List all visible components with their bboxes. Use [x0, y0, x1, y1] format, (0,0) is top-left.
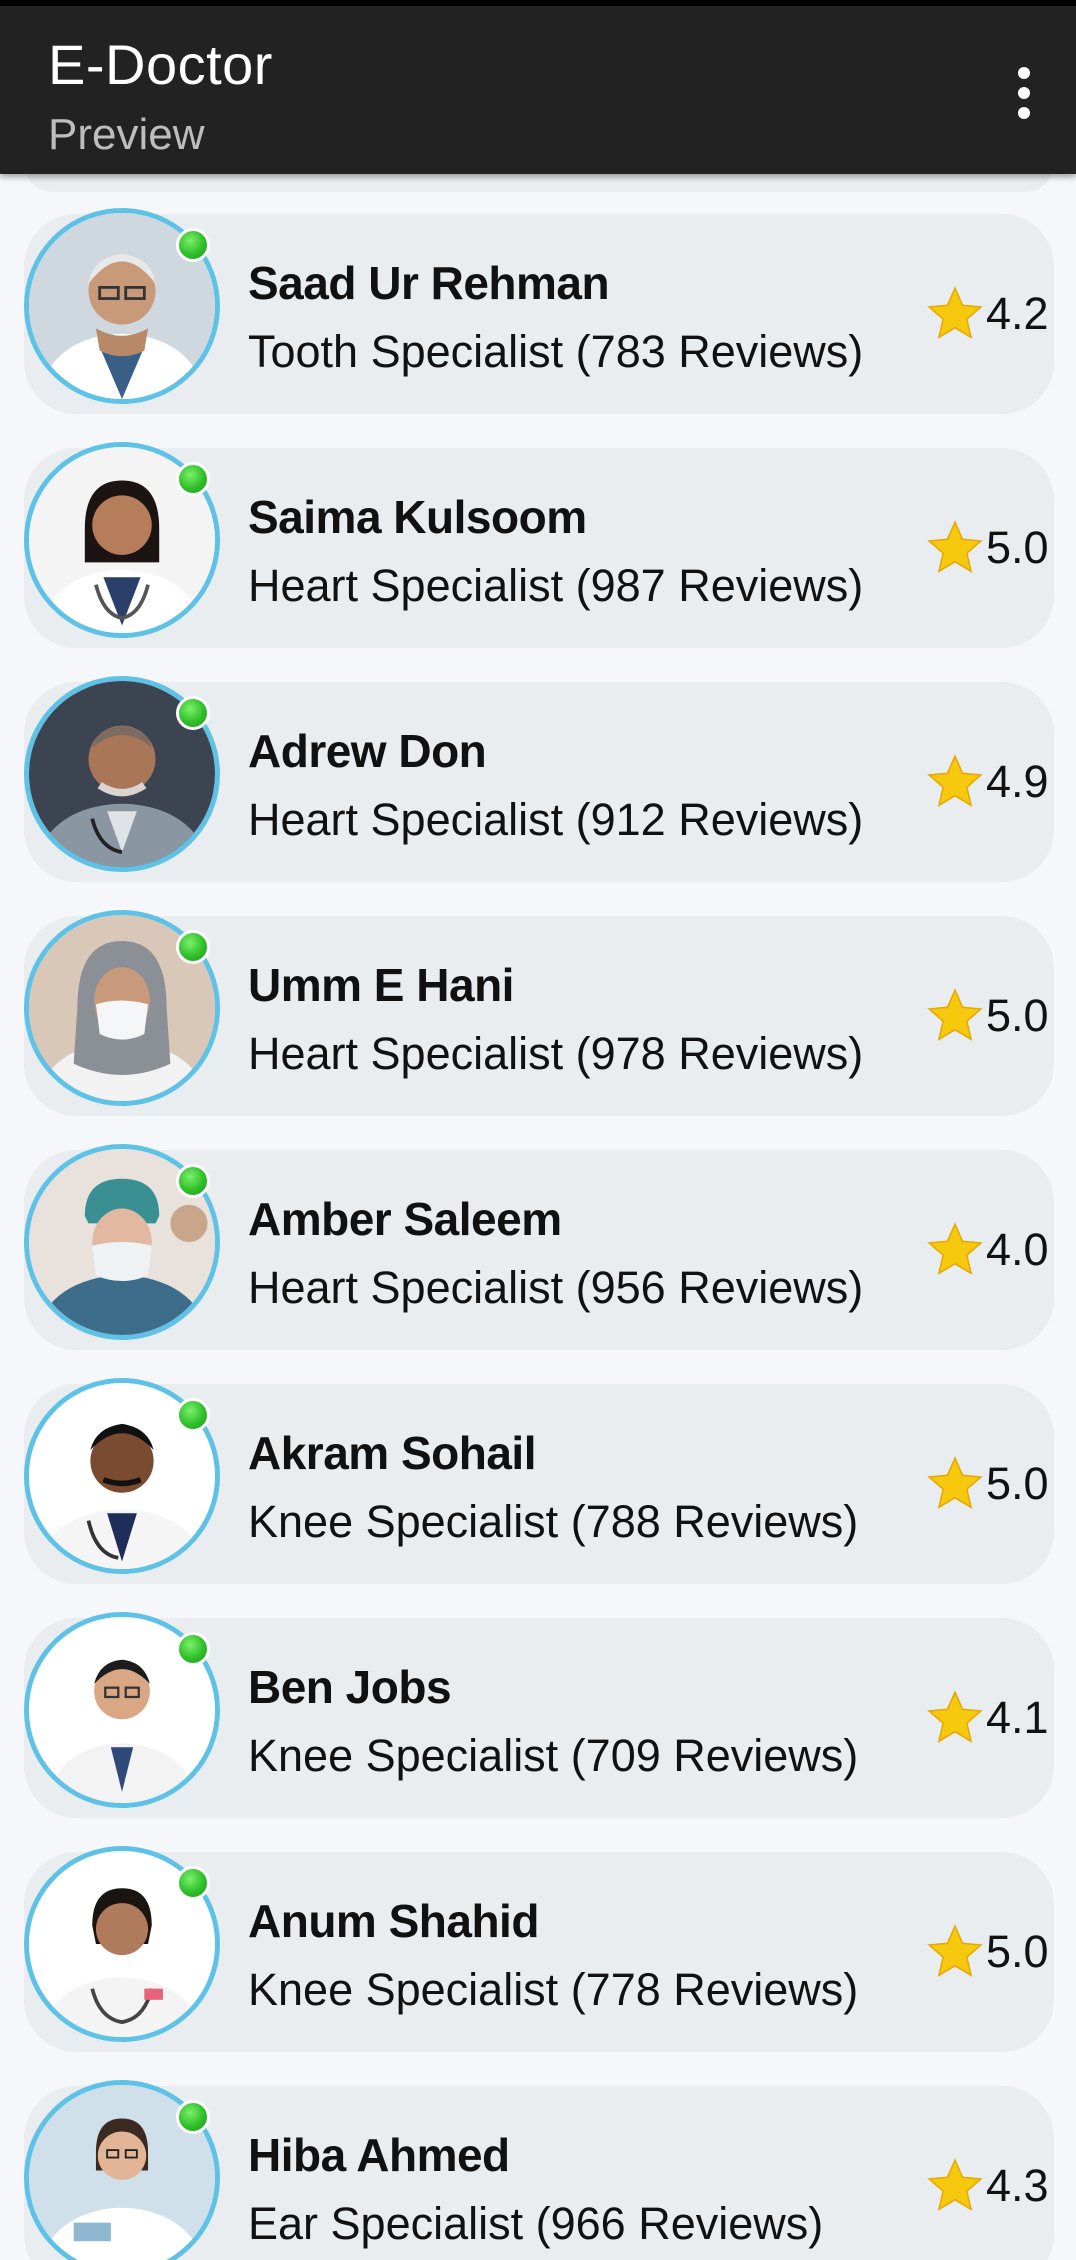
doctor-name: Akram Sohail [248, 1427, 537, 1479]
doctor-card[interactable]: Akram Sohail Knee Specialist (788 Review… [24, 1378, 1054, 1584]
doctor-rating: 4.9 [924, 750, 1049, 814]
more-vert-icon[interactable] [994, 58, 1054, 128]
doctor-name: Umm E Hani [248, 959, 514, 1011]
doctor-card[interactable]: Ben Jobs Knee Specialist (709 Reviews) 4… [24, 1612, 1054, 1818]
doctor-rating: 5.0 [924, 516, 1049, 580]
doctor-specialty: Heart Specialist (978 Reviews) [248, 1028, 864, 1079]
star-icon [927, 1456, 983, 1509]
online-indicator [176, 1866, 210, 1900]
star-icon [927, 754, 983, 807]
app-title: E-Doctor [48, 33, 273, 96]
online-indicator [176, 1164, 210, 1198]
online-indicator [176, 930, 210, 964]
doctor-name: Anum Shahid [248, 1895, 539, 1947]
doctor-rating: 5.0 [924, 984, 1049, 1048]
doctor-rating: 4.1 [924, 1686, 1049, 1750]
doctor-name: Ben Jobs [248, 1661, 452, 1713]
online-indicator [176, 1632, 210, 1666]
doctor-card[interactable]: Adrew Don Heart Specialist (912 Reviews)… [24, 676, 1054, 882]
rating-value: 4.2 [986, 288, 1049, 339]
app-subtitle: Preview [48, 110, 205, 159]
doctor-card[interactable]: Anum Shahid Knee Specialist (778 Reviews… [24, 1846, 1054, 2052]
star-icon [927, 2158, 983, 2211]
online-indicator [176, 462, 210, 496]
app-bar: E-Doctor Preview [0, 6, 1076, 174]
doctor-specialty: Knee Specialist (788 Reviews) [248, 1496, 859, 1547]
star-icon [927, 286, 983, 339]
list-item-partial[interactable] [24, 174, 1054, 192]
rating-value: 5.0 [986, 1926, 1049, 1977]
online-indicator [176, 2100, 210, 2134]
star-icon [927, 988, 983, 1041]
doctor-specialty: Knee Specialist (778 Reviews) [248, 1964, 859, 2015]
doctor-name: Adrew Don [248, 725, 487, 777]
doctor-card[interactable]: Umm E Hani Heart Specialist (978 Reviews… [24, 910, 1054, 1116]
doctor-rating: 4.0 [924, 1218, 1049, 1282]
doctor-specialty: Knee Specialist (709 Reviews) [248, 1730, 859, 1781]
doctor-name: Hiba Ahmed [248, 2129, 510, 2181]
rating-value: 4.0 [986, 1224, 1049, 1275]
doctor-name: Saima Kulsoom [248, 491, 587, 543]
star-icon [927, 1222, 983, 1275]
rating-value: 5.0 [986, 990, 1049, 1041]
doctor-rating: 4.2 [924, 282, 1049, 346]
doctor-rating: 5.0 [924, 1452, 1049, 1516]
star-icon [927, 1924, 983, 1977]
doctor-specialty: Heart Specialist (912 Reviews) [248, 794, 864, 845]
online-indicator [176, 228, 210, 262]
doctor-rating: 4.3 [924, 2154, 1049, 2218]
doctor-card[interactable]: Amber Saleem Heart Specialist (956 Revie… [24, 1144, 1054, 1350]
rating-value: 4.3 [986, 2160, 1049, 2211]
doctor-name: Amber Saleem [248, 1193, 562, 1245]
doctor-specialty: Heart Specialist (987 Reviews) [248, 560, 864, 611]
doctor-card[interactable]: Saima Kulsoom Heart Specialist (987 Revi… [24, 442, 1054, 648]
rating-value: 5.0 [986, 1458, 1049, 1509]
doctor-card[interactable]: Saad Ur Rehman Tooth Specialist (783 Rev… [24, 208, 1054, 414]
rating-value: 5.0 [986, 522, 1049, 573]
star-icon [927, 1690, 983, 1743]
doctor-list[interactable]: Saad Ur Rehman Tooth Specialist (783 Rev… [0, 174, 1076, 2260]
doctor-specialty: Heart Specialist (956 Reviews) [248, 1262, 864, 1313]
doctor-card[interactable]: Hiba Ahmed Ear Specialist (966 Reviews) … [24, 2080, 1054, 2260]
online-indicator [176, 696, 210, 730]
doctor-rating: 5.0 [924, 1920, 1049, 1984]
doctor-specialty: Tooth Specialist (783 Reviews) [248, 326, 864, 377]
doctor-specialty: Ear Specialist (966 Reviews) [248, 2198, 824, 2249]
rating-value: 4.1 [986, 1692, 1049, 1743]
online-indicator [176, 1398, 210, 1432]
star-icon [927, 520, 983, 573]
doctor-name: Saad Ur Rehman [248, 257, 610, 309]
rating-value: 4.9 [986, 756, 1049, 807]
